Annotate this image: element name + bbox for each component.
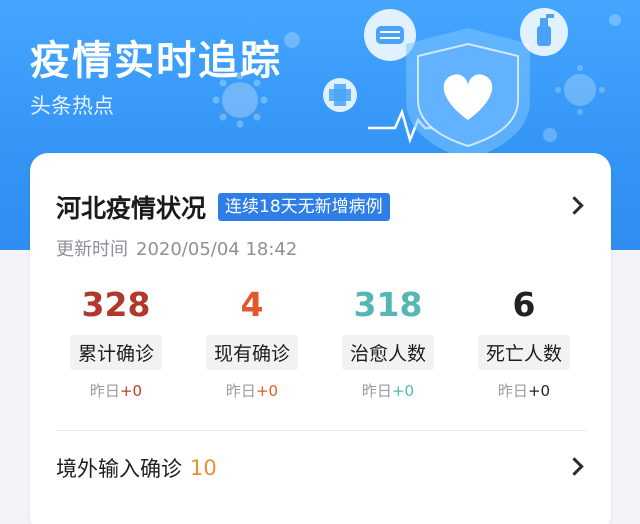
region-title: 河北疫情状况 (56, 194, 207, 223)
stat-value: 6 (512, 285, 536, 324)
delta-value: +0 (527, 382, 551, 400)
card-header[interactable]: 河北疫情状况 连续18天无新增病例 (56, 189, 390, 225)
imported-label: 境外输入确诊 (56, 457, 182, 481)
chevron-right-icon[interactable] (565, 196, 584, 215)
stat-label: 死亡人数 (477, 335, 570, 370)
stat-confirmed-total: 328 累计确诊 昨日+0 (56, 285, 176, 401)
stat-value: 4 (240, 285, 264, 324)
delta-value: +0 (391, 382, 415, 400)
update-label: 更新时间 (56, 239, 128, 260)
delta-prefix: 昨日 (89, 382, 120, 400)
update-time: 更新时间 2020/05/04 18:42 (56, 235, 297, 261)
imported-cases-row[interactable]: 境外输入确诊 10 (56, 453, 596, 483)
page-subtitle: 头条热点 (30, 94, 114, 118)
cross-icon (323, 78, 357, 112)
region-card: 河北疫情状况 连续18天无新增病例 更新时间 2020/05/04 18:42 3… (30, 153, 611, 524)
stat-confirmed-current: 4 现有确诊 昨日+0 (192, 285, 312, 401)
divider (56, 430, 587, 431)
stat-recovered: 318 治愈人数 昨日+0 (328, 285, 448, 401)
delta-prefix: 昨日 (497, 382, 528, 400)
stat-value: 328 (81, 285, 151, 324)
stat-value: 318 (353, 285, 423, 324)
stat-label: 累计确诊 (69, 335, 162, 370)
stat-deaths: 6 死亡人数 昨日+0 (464, 285, 584, 401)
shield-heart-icon (406, 28, 530, 160)
stat-delta: 昨日+0 (328, 380, 448, 401)
stat-delta: 昨日+0 (192, 380, 312, 401)
delta-value: +0 (119, 382, 143, 400)
sanitizer-icon (520, 8, 568, 56)
stats-row: 328 累计确诊 昨日+0 4 现有确诊 昨日+0 318 治愈人数 昨日+0 … (30, 285, 611, 405)
delta-value: +0 (255, 382, 279, 400)
stat-label: 现有确诊 (205, 335, 298, 370)
update-timestamp: 2020/05/04 18:42 (136, 239, 298, 260)
delta-prefix: 昨日 (225, 382, 256, 400)
stat-delta: 昨日+0 (464, 380, 584, 401)
stat-label: 治愈人数 (341, 335, 434, 370)
delta-prefix: 昨日 (361, 382, 392, 400)
banner-illustration (212, 8, 621, 160)
stat-delta: 昨日+0 (56, 380, 176, 401)
virus-icon (212, 72, 268, 128)
status-badge: 连续18天无新增病例 (218, 193, 390, 221)
imported-count: 10 (190, 456, 217, 480)
